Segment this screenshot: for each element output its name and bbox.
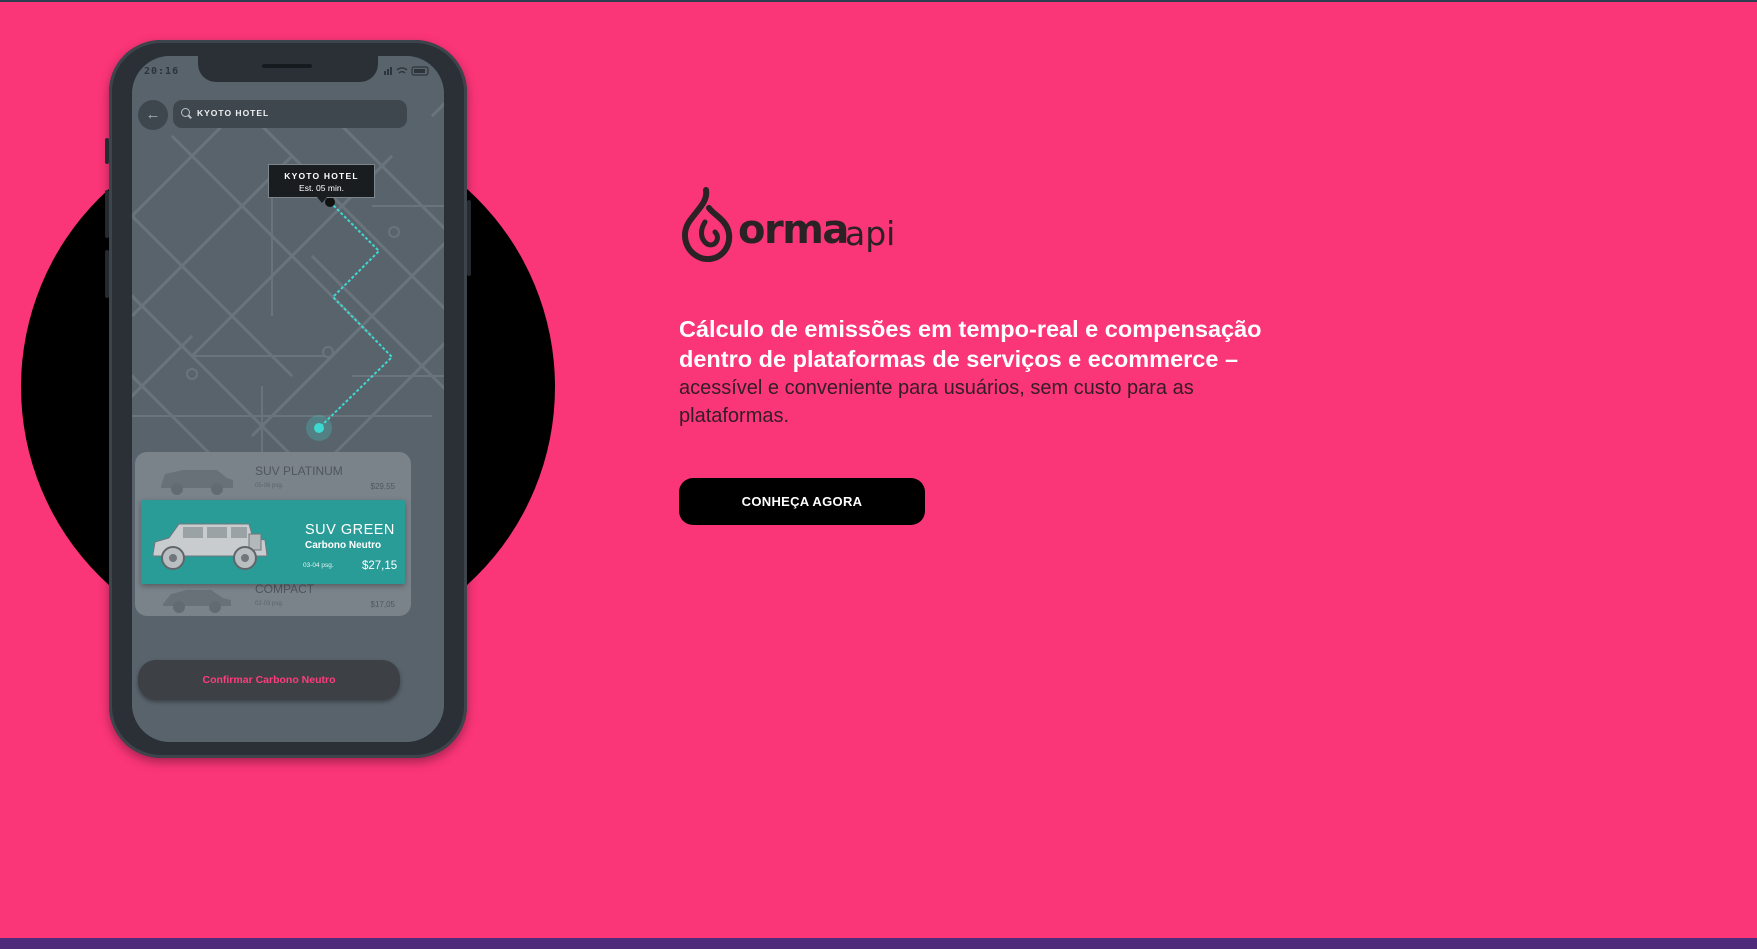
droplet-logo-icon — [682, 187, 733, 262]
phone-volume-down-button — [105, 250, 109, 298]
hero-headline: Cálculo de emissões em tempo-real e comp… — [679, 316, 1262, 372]
status-time: 20:16 — [144, 66, 180, 77]
phone-speaker — [262, 64, 312, 68]
ride-passengers: 02-03 psg. — [255, 601, 284, 607]
ride-price: $29,55 — [370, 482, 395, 491]
top-border — [0, 0, 1757, 2]
phone-mute-button — [105, 138, 109, 164]
ride-name: COMPACT — [255, 582, 315, 596]
tooltip-title: KYOTO HOTEL — [284, 171, 359, 181]
logo-api-suffix: api — [845, 214, 896, 253]
tooltip-eta: Est. 05 min. — [299, 183, 344, 193]
ride-passengers: 03-04 psg. — [303, 562, 334, 569]
orma-api-logo[interactable]: orma api — [679, 186, 899, 264]
map-view[interactable] — [132, 56, 444, 742]
destination-tooltip: KYOTO HOTEL Est. 05 min. — [268, 164, 375, 203]
confirm-carbon-neutral-button[interactable]: Confirmar Carbono Neutro — [138, 660, 400, 700]
phone-screen: 20:16 ← KYOTO HOTEL KYOTO HOTEL Est. 05 … — [132, 56, 444, 742]
ride-price: $17,05 — [370, 600, 395, 609]
status-icons — [384, 66, 429, 76]
logo-wordmark: orma — [738, 207, 849, 253]
compact-car-icon — [163, 590, 231, 613]
cta-learn-more-button[interactable]: CONHEÇA AGORA — [679, 478, 925, 525]
ride-subtitle: Carbono Neutro — [305, 540, 382, 551]
search-icon — [181, 108, 190, 117]
ride-option-suv-platinum[interactable]: SUV PLATINUM 05-06 psg. $29,55 — [143, 460, 407, 500]
search-input[interactable]: KYOTO HOTEL — [173, 100, 407, 128]
ride-price: $27,15 — [362, 560, 398, 572]
ride-name: SUV GREEN — [305, 522, 395, 538]
jeep-car-icon — [152, 523, 268, 570]
ride-option-suv-green[interactable]: SUV GREEN Carbono Neutro 03-04 psg. $27,… — [141, 500, 405, 584]
phone-mockup: 20:16 ← KYOTO HOTEL KYOTO HOTEL Est. 05 … — [105, 40, 471, 758]
back-arrow-icon[interactable]: ← — [138, 100, 168, 130]
phone-volume-up-button — [105, 190, 109, 238]
hero-subline: acessível e conveniente para usuários, s… — [679, 377, 1194, 427]
footer-bar — [0, 938, 1757, 949]
ride-options-panel: SUV PLATINUM 05-06 psg. $29,55 COMPACT 0… — [135, 452, 411, 616]
ride-name: SUV PLATINUM — [255, 464, 343, 478]
search-value: KYOTO HOTEL — [197, 108, 270, 118]
suv-car-icon — [161, 470, 233, 495]
phone-power-button — [467, 200, 471, 276]
ride-passengers: 05-06 psg. — [255, 483, 284, 489]
ride-option-compact[interactable]: COMPACT 02-03 psg. $17,05 — [143, 578, 407, 618]
origin-pin — [314, 423, 324, 433]
phone-notch — [198, 56, 378, 82]
